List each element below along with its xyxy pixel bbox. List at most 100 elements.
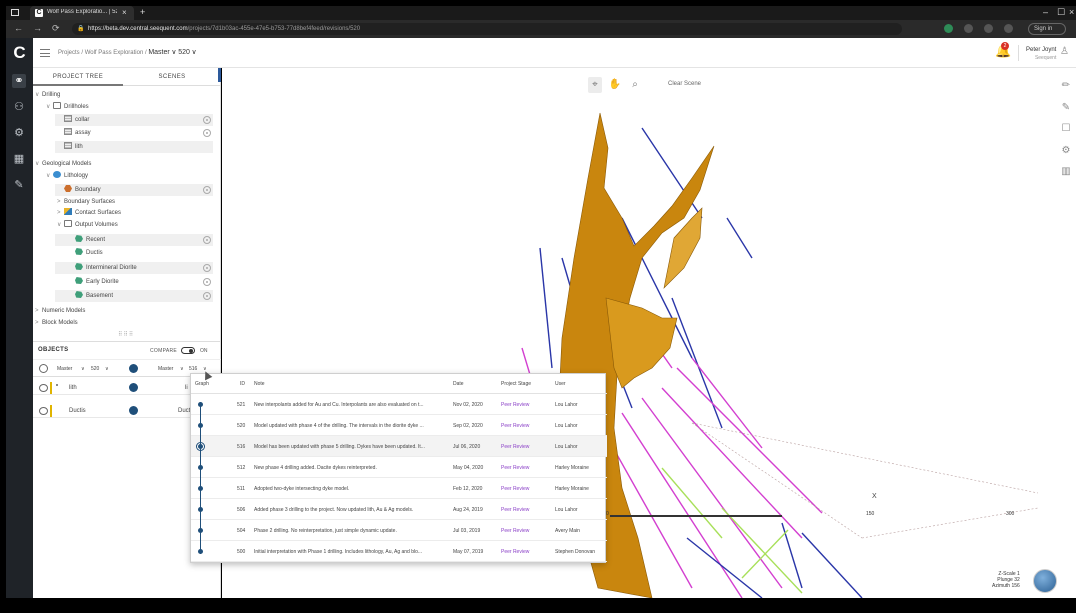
tree-item[interactable]: Boundary — [55, 184, 213, 196]
tab-close-icon[interactable]: × — [122, 8, 127, 17]
tree-item[interactable]: ∨ Lithology — [46, 170, 213, 182]
visibility-icon[interactable] — [203, 236, 211, 244]
chevron-down-icon[interactable]: ∨ — [171, 49, 176, 56]
users-icon[interactable]: ⚇ — [12, 100, 26, 114]
eye-icon[interactable] — [39, 407, 48, 415]
right-version-select[interactable]: 516 — [189, 366, 197, 372]
left-version-select[interactable]: 520 — [91, 366, 99, 372]
visibility-icon[interactable] — [203, 264, 211, 272]
comment-icon[interactable]: ☐ — [1060, 123, 1072, 135]
hierarchy-icon[interactable]: ⚭ — [12, 74, 26, 88]
wrench-icon[interactable]: ✎ — [12, 178, 26, 192]
chevron-right-icon[interactable]: > — [57, 207, 64, 219]
right-branch-select[interactable]: Master — [158, 366, 173, 372]
chart-icon[interactable]: ▥ — [1060, 166, 1072, 178]
tree-item[interactable]: ∨ Drillholes — [46, 101, 213, 113]
browser-tab[interactable]: C Wolf Pass Exploratio... | 520 × — [30, 6, 134, 20]
tree-item[interactable]: Ductis — [68, 247, 213, 259]
tab-scenes[interactable]: SCENES — [127, 68, 217, 86]
chevron-down-icon[interactable]: ∨ — [46, 170, 53, 182]
version-stage[interactable]: Peer Review — [501, 423, 551, 429]
pencil-icon[interactable]: ✏ — [1060, 80, 1072, 92]
extension-icon[interactable] — [944, 24, 953, 33]
visibility-icon[interactable] — [203, 278, 211, 286]
minimize-button[interactable]: – — [1043, 7, 1048, 17]
chevron-down-icon[interactable]: ∨ — [81, 366, 85, 372]
select-tool-icon[interactable]: ⌖ — [588, 77, 602, 93]
left-branch-select[interactable]: Master — [57, 366, 72, 372]
chevron-down-icon[interactable]: ∨ — [180, 366, 184, 372]
breadcrumb-projects[interactable]: Projects — [58, 50, 80, 56]
tree-item[interactable]: Basement — [55, 290, 213, 302]
visibility-icon[interactable] — [203, 186, 211, 194]
chevron-down-icon[interactable]: ∨ — [105, 366, 109, 372]
forward-button[interactable]: → — [33, 23, 42, 33]
version-stage[interactable]: Peer Review — [501, 465, 551, 471]
version-stage[interactable]: Peer Review — [501, 507, 551, 513]
tree-item[interactable]: ∨ Output Volumes — [57, 219, 213, 231]
gear-icon[interactable]: ⚙ — [1060, 145, 1072, 157]
version-stage[interactable]: Peer Review — [501, 402, 551, 408]
version-stage[interactable]: Peer Review — [501, 444, 551, 450]
visibility-icon[interactable] — [203, 292, 211, 300]
chevron-down-icon[interactable]: ∨ — [57, 219, 64, 231]
user-menu[interactable]: Peter Joynt Seequent — [1026, 46, 1056, 62]
version-row[interactable]: 521 New interpolants added for Au and Cu.… — [191, 394, 607, 415]
version-row[interactable]: 511 Adopted two-dyke intersecting dyke mo… — [191, 478, 607, 499]
favorites-icon[interactable] — [984, 24, 993, 33]
window-close-button[interactable]: × — [1069, 7, 1074, 17]
calendar-icon[interactable]: ▦ — [12, 152, 26, 166]
tree-item[interactable]: collar — [55, 114, 213, 126]
chevron-right-icon[interactable]: > — [35, 317, 42, 329]
navigation-compass[interactable] — [1033, 569, 1057, 593]
version-row[interactable]: 520 Model updated with phase 4 of the dri… — [191, 415, 607, 436]
clear-scene-button[interactable]: Clear Scene — [668, 81, 701, 87]
visibility-icon[interactable] — [203, 129, 211, 137]
panel-scrollbar[interactable] — [218, 68, 221, 82]
chevron-down-icon[interactable]: ∨ — [46, 101, 53, 113]
visibility-icon[interactable] — [203, 116, 211, 124]
chevron-down-icon[interactable]: ∨ — [192, 49, 197, 56]
tree-item[interactable]: assay — [57, 127, 213, 139]
tree-item[interactable]: Intermineral Diorite — [55, 262, 213, 274]
user-icon[interactable]: ♙ — [1060, 47, 1070, 57]
sign-in-button[interactable]: Sign in — [1028, 23, 1066, 35]
breadcrumb-branch[interactable]: Master — [148, 49, 169, 56]
eye-icon[interactable] — [39, 364, 48, 373]
compare-toggle[interactable] — [181, 347, 195, 354]
chevron-down-icon[interactable]: ∨ — [35, 158, 42, 170]
version-row[interactable]: 516 Model has been updated with phase 5 d… — [191, 436, 607, 457]
tree-item[interactable]: lith — [55, 141, 213, 153]
version-stage[interactable]: Peer Review — [501, 528, 551, 534]
url-field[interactable]: 🔒 https://beta.dev.central.seequent.com/p… — [72, 23, 902, 35]
maximize-button[interactable]: ☐ — [1057, 7, 1065, 18]
version-row[interactable]: 504 Phase 2 drilling. No reinterpretation… — [191, 520, 607, 541]
chevron-down-icon[interactable]: ∨ — [35, 89, 42, 101]
central-logo[interactable]: C — [6, 38, 33, 68]
version-row[interactable]: 506 Added phase 3 drilling to the project… — [191, 499, 607, 520]
tree-item[interactable]: > Contact Surfaces — [57, 207, 213, 219]
tree-item[interactable]: ∨ Geological Models — [35, 158, 213, 170]
tab-project-tree[interactable]: PROJECT TREE — [33, 68, 123, 86]
tree-item[interactable]: > Block Models — [35, 317, 213, 329]
edit-icon[interactable]: ✎ — [1060, 102, 1072, 114]
version-row[interactable]: 512 New phase 4 drilling added. Dacite dy… — [191, 457, 607, 478]
breadcrumb-revision[interactable]: 520 — [178, 49, 190, 56]
version-stage[interactable]: Peer Review — [501, 549, 551, 555]
extension-icon[interactable] — [964, 24, 973, 33]
version-row[interactable]: 500 Initial interpretation with Phase 1 d… — [191, 541, 607, 562]
gear-icon[interactable]: ⚙ — [12, 126, 26, 140]
resize-handle[interactable]: ⠿⠿⠿ — [118, 331, 134, 338]
tree-item[interactable]: Early Diorite — [68, 276, 213, 288]
pan-tool-icon[interactable]: ✋ — [608, 77, 622, 93]
tree-item[interactable]: > Numeric Models — [35, 305, 213, 317]
tree-item[interactable]: ∨ Drilling — [35, 89, 213, 101]
eye-icon[interactable] — [39, 384, 48, 392]
menu-icon[interactable] — [40, 49, 50, 57]
tree-item[interactable]: Recent — [55, 234, 213, 246]
new-tab-button[interactable]: + — [140, 7, 145, 17]
version-stage[interactable]: Peer Review — [501, 486, 551, 492]
breadcrumb-project[interactable]: Wolf Pass Exploration — [85, 50, 144, 56]
back-button[interactable]: ← — [14, 23, 23, 33]
zoom-tool-icon[interactable]: ⌕ — [628, 77, 642, 93]
